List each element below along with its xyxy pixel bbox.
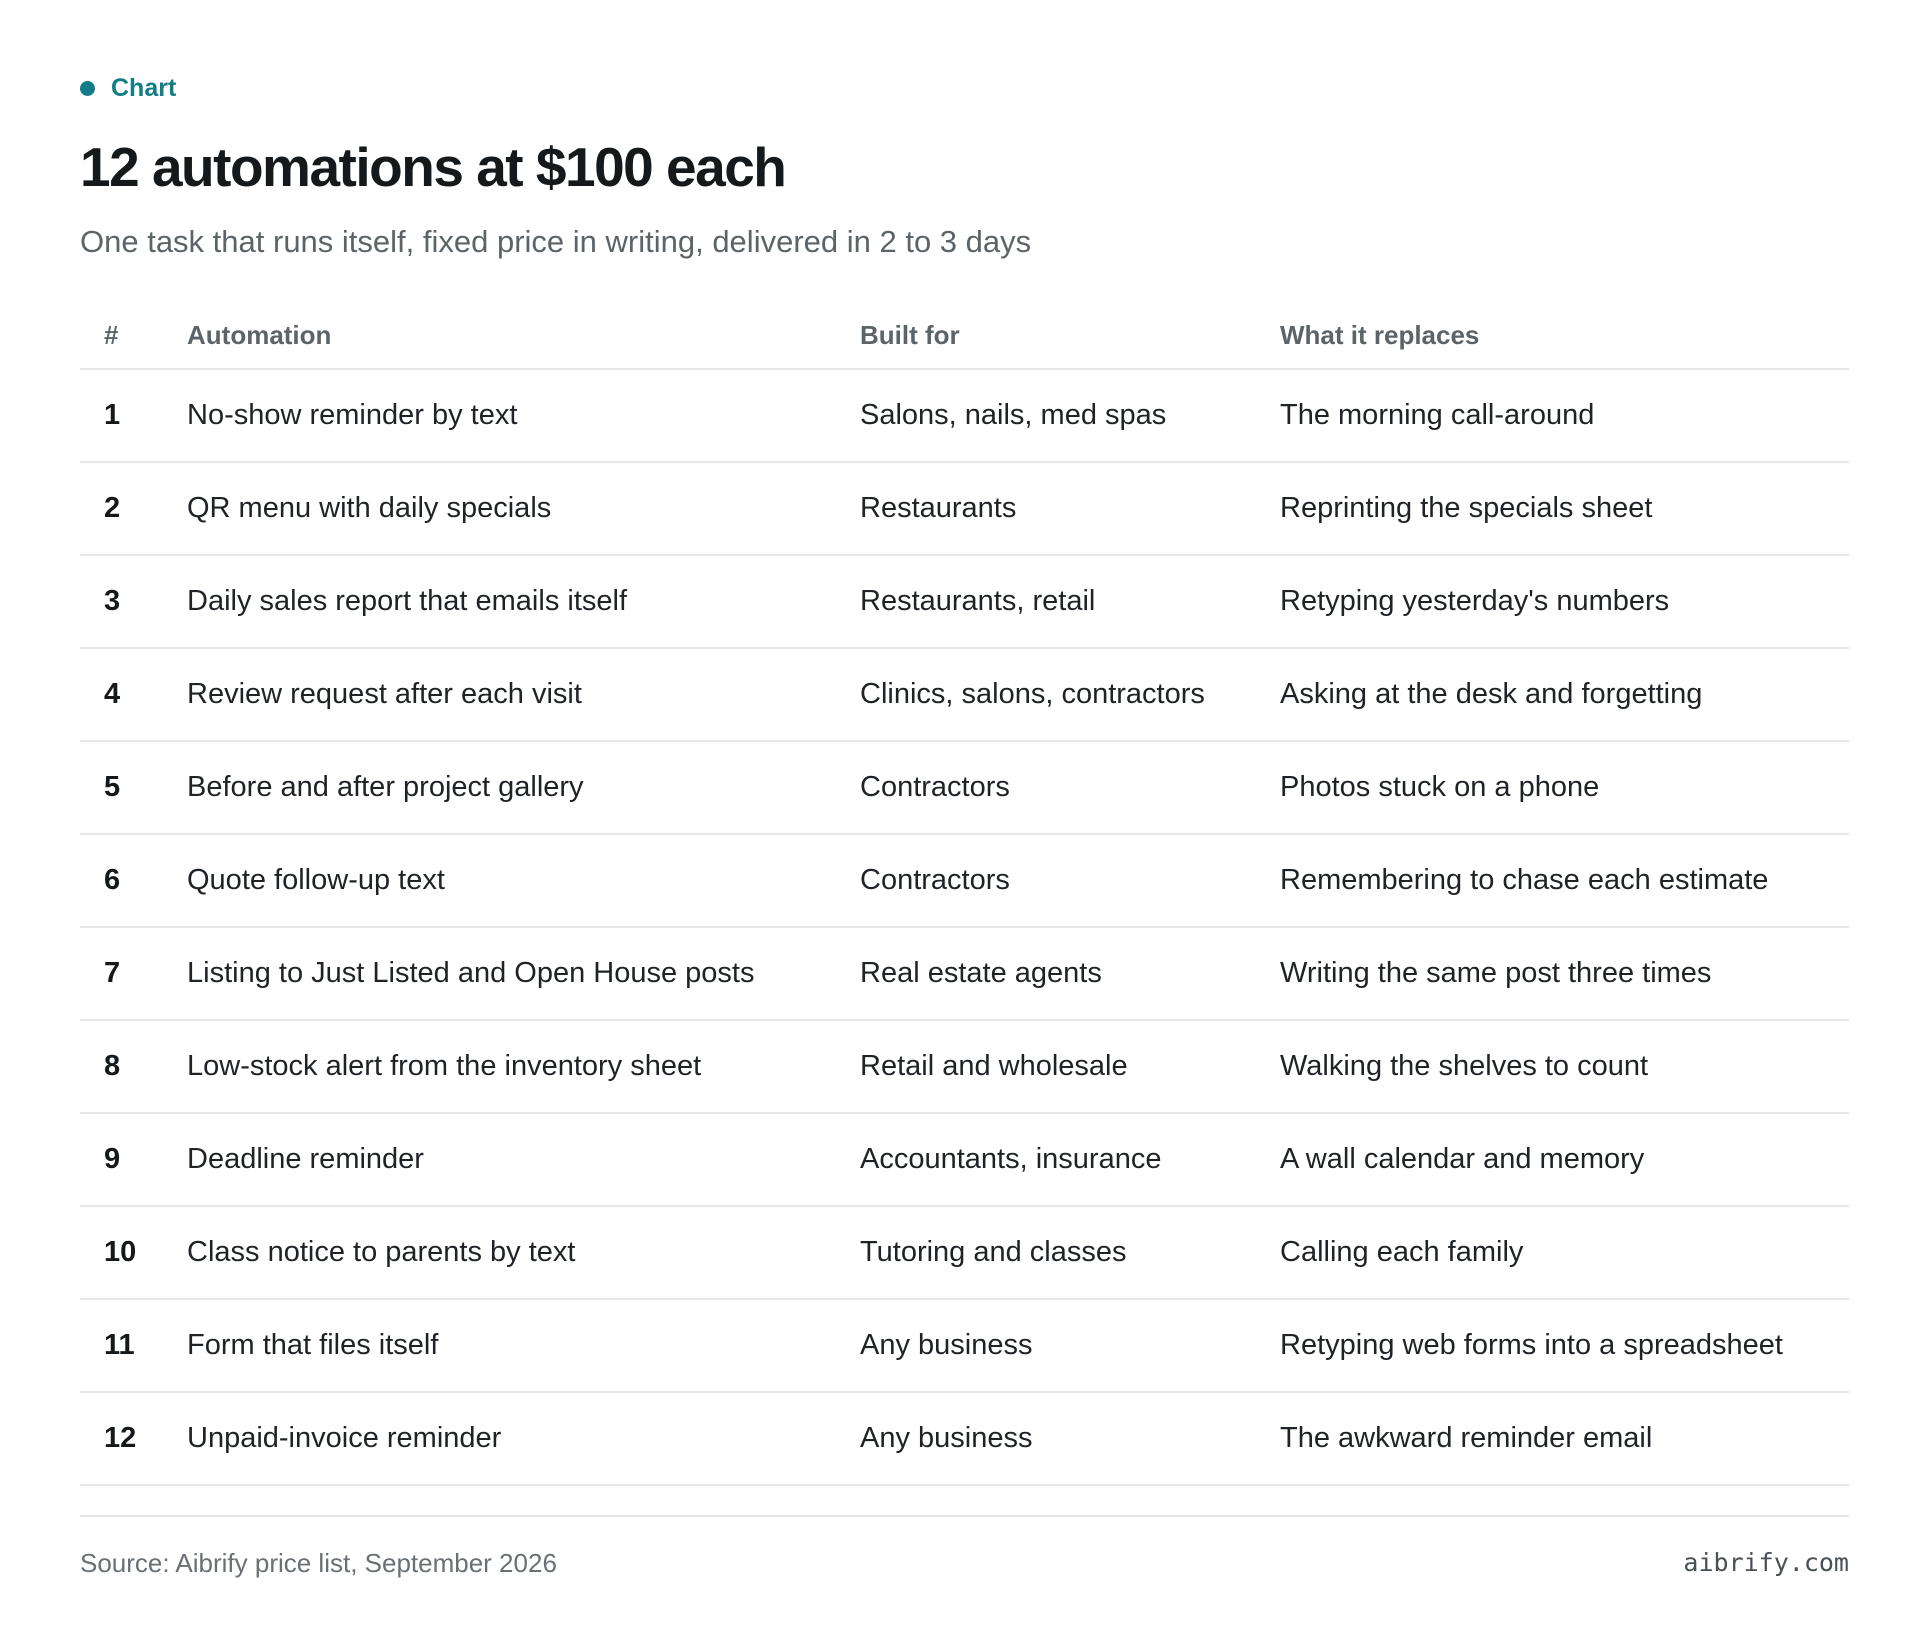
table-cell-built-for: Salons, nails, med spas (860, 369, 1280, 463)
table-cell-what-it-replaces: Photos stuck on a phone (1280, 741, 1849, 835)
table-row: 4 Review request after each visit Clinics,… (80, 648, 1849, 742)
table-row: 3 Daily sales report that emails itself Re… (80, 555, 1849, 649)
table-cell-number: 8 (80, 1020, 187, 1114)
table-cell-what-it-replaces: The morning call-around (1280, 369, 1849, 463)
table-cell-built-for: Real estate agents (860, 927, 1280, 1021)
table-cell-automation: Quote follow-up text (187, 834, 860, 928)
table-cell-number: 6 (80, 834, 187, 928)
brand-label: aibrify.com (1683, 1548, 1849, 1577)
table-cell-built-for: Clinics, salons, contractors (860, 648, 1280, 742)
table-row: 11 Form that files itself Any business Rety… (80, 1299, 1849, 1393)
table-cell-automation: Review request after each visit (187, 648, 860, 742)
table-cell-built-for: Tutoring and classes (860, 1206, 1280, 1300)
table-cell-number: 4 (80, 648, 187, 742)
table-cell-what-it-replaces: Writing the same post three times (1280, 927, 1849, 1021)
table-cell-number: 12 (80, 1392, 187, 1486)
table-cell-number: 1 (80, 369, 187, 463)
table-row: 10 Class notice to parents by text Tutorin… (80, 1206, 1849, 1300)
footer-divider (80, 1515, 1849, 1517)
table-cell-automation: QR menu with daily specials (187, 462, 860, 556)
table-cell-automation: Form that files itself (187, 1299, 860, 1393)
column-header-number: # (80, 302, 187, 370)
table-body: 1 No-show reminder by text Salons, nails, … (80, 369, 1849, 1486)
table-cell-what-it-replaces: A wall calendar and memory (1280, 1113, 1849, 1207)
table-cell-number: 5 (80, 741, 187, 835)
table-cell-what-it-replaces: Walking the shelves to count (1280, 1020, 1849, 1114)
table-cell-automation: Class notice to parents by text (187, 1206, 860, 1300)
eyebrow: Chart (80, 74, 176, 103)
eyebrow-dot-icon (80, 81, 95, 96)
table-header-row: # Automation Built for What it replaces (80, 302, 1849, 370)
chart-subtitle: One task that runs itself, fixed price i… (80, 224, 1032, 259)
table-cell-number: 7 (80, 927, 187, 1021)
table-cell-automation: Low-stock alert from the inventory sheet (187, 1020, 860, 1114)
table-cell-built-for: Restaurants (860, 462, 1280, 556)
table-cell-automation: Unpaid-invoice reminder (187, 1392, 860, 1486)
table-row: 9 Deadline reminder Accountants, insurance… (80, 1113, 1849, 1207)
table-header: # Automation Built for What it replaces (80, 302, 1849, 370)
chart-title: 12 automations at $100 each (80, 136, 787, 198)
table-row: 6 Quote follow-up text Contractors Remember… (80, 834, 1849, 928)
table-cell-number: 10 (80, 1206, 187, 1300)
table-cell-number: 9 (80, 1113, 187, 1207)
table-cell-what-it-replaces: Asking at the desk and forgetting (1280, 648, 1849, 742)
column-header-automation: Automation (187, 302, 860, 370)
table-cell-automation: Deadline reminder (187, 1113, 860, 1207)
automation-table: # Automation Built for What it replaces … (80, 302, 1849, 1486)
table-cell-built-for: Contractors (860, 741, 1280, 835)
table-cell-number: 3 (80, 555, 187, 649)
table-cell-number: 2 (80, 462, 187, 556)
table-row: 12 Unpaid-invoice reminder Any business The… (80, 1392, 1849, 1486)
chart-page: Chart 12 automations at $100 each One ta… (0, 0, 1920, 1634)
table-cell-built-for: Restaurants, retail (860, 555, 1280, 649)
table-row: 7 Listing to Just Listed and Open House p… (80, 927, 1849, 1021)
automation-table-wrap: # Automation Built for What it replaces … (80, 302, 1849, 1486)
table-cell-what-it-replaces: Retyping yesterday's numbers (1280, 555, 1849, 649)
eyebrow-label: Chart (111, 74, 177, 102)
table-cell-built-for: Retail and wholesale (860, 1020, 1280, 1114)
table-cell-built-for: Contractors (860, 834, 1280, 928)
table-cell-automation: Listing to Just Listed and Open House po… (187, 927, 860, 1021)
table-row: 1 No-show reminder by text Salons, nails, … (80, 369, 1849, 463)
table-cell-what-it-replaces: Reprinting the specials sheet (1280, 462, 1849, 556)
table-cell-built-for: Accountants, insurance (860, 1113, 1280, 1207)
source-note: Source: Aibrify price list, September 20… (80, 1548, 557, 1578)
table-cell-automation: Before and after project gallery (187, 741, 860, 835)
table-cell-what-it-replaces: Retyping web forms into a spreadsheet (1280, 1299, 1849, 1393)
table-cell-what-it-replaces: Remembering to chase each estimate (1280, 834, 1849, 928)
table-cell-what-it-replaces: Calling each family (1280, 1206, 1849, 1300)
table-row: 2 QR menu with daily specials Restaurants R… (80, 462, 1849, 556)
table-cell-built-for: Any business (860, 1392, 1280, 1486)
column-header-what-it-replaces: What it replaces (1280, 302, 1849, 370)
table-cell-automation: No-show reminder by text (187, 369, 860, 463)
table-cell-automation: Daily sales report that emails itself (187, 555, 860, 649)
column-header-built-for: Built for (860, 302, 1280, 370)
table-row: 5 Before and after project gallery Contrac… (80, 741, 1849, 835)
table-cell-number: 11 (80, 1299, 187, 1393)
table-row: 8 Low-stock alert from the inventory shee… (80, 1020, 1849, 1114)
table-cell-built-for: Any business (860, 1299, 1280, 1393)
table-cell-what-it-replaces: The awkward reminder email (1280, 1392, 1849, 1486)
